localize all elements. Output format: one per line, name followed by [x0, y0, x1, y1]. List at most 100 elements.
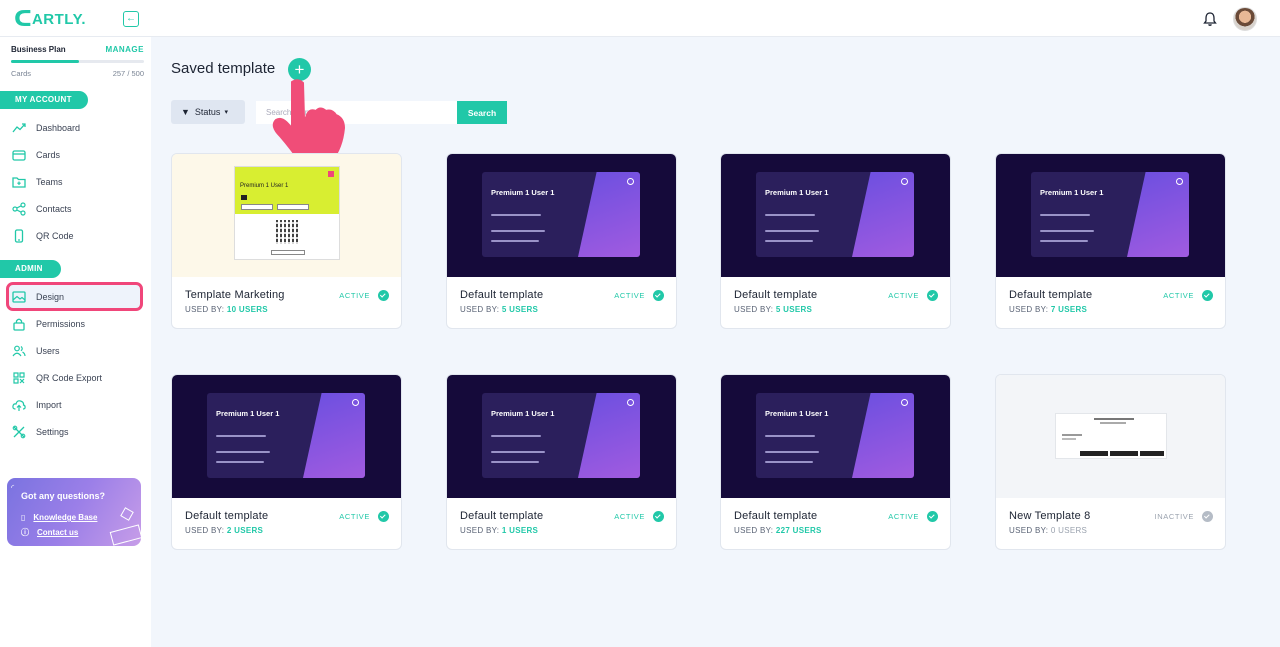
check-circle-icon [927, 290, 938, 301]
template-thumbnail [996, 375, 1225, 498]
sidebar-item-label: Design [36, 291, 65, 302]
sidebar-item-label: QR Code Export [36, 373, 103, 383]
sidebar-item-permissions[interactable]: Permissions [8, 311, 143, 337]
page-title: Saved template [171, 60, 276, 77]
card-icon [12, 150, 26, 161]
template-card[interactable]: Premium 1 User 1 Default template USED B… [720, 153, 951, 329]
business-card-preview: Premium 1 User 1 [1031, 172, 1189, 257]
preview-card-name: Premium 1 User 1 [491, 188, 555, 197]
template-card[interactable]: Premium 1 User 1 Default template USED B… [446, 153, 677, 329]
template-usage: USED BY: 2 USERS [185, 526, 264, 535]
share-icon [627, 399, 634, 406]
sidebar-item-users[interactable]: Users [8, 338, 143, 364]
preview-card-name: Premium 1 User 1 [240, 183, 289, 189]
sidebar-item-contacts[interactable]: Contacts [8, 196, 143, 222]
sidebar-item-qr-code-export[interactable]: QR Code Export [8, 365, 143, 391]
template-usage: USED BY: 1 USERS [460, 526, 539, 535]
template-card[interactable]: Premium 1 User 1 Template Marketing USED… [171, 153, 402, 329]
sidebar-item-cards[interactable]: Cards [8, 142, 143, 168]
top-bar: ᑕ ARTLY. ← [0, 0, 1280, 37]
cards-usage-progress [11, 60, 144, 63]
preview-card-name: Premium 1 User 1 [765, 188, 829, 197]
template-card[interactable]: New Template 8 USED BY: 0 USERS INACTIVE [995, 374, 1226, 550]
share-icon [1176, 178, 1183, 185]
search-button[interactable]: Search [457, 101, 507, 124]
template-card[interactable]: Premium 1 User 1 Default template USED B… [171, 374, 402, 550]
cards-usage-row: Cards 257 / 500 [11, 69, 144, 78]
chart-line-icon [12, 123, 26, 133]
check-circle-icon [653, 511, 664, 522]
business-card-preview: Premium 1 User 1 [482, 393, 640, 478]
cards-count: 257 / 500 [112, 69, 144, 78]
help-box: ◜ Got any questions? ▯ Knowledge Base ⓘ … [7, 478, 141, 546]
status-badge: INACTIVE [1155, 511, 1213, 522]
tools-icon [12, 425, 26, 439]
manage-plan-link[interactable]: MANAGE [105, 45, 144, 54]
knowledge-base-link[interactable]: ▯ Knowledge Base [21, 513, 97, 522]
cartly-logo[interactable]: ᑕ ARTLY. [14, 6, 86, 31]
status-filter-button[interactable]: ▼ Status ▾ [171, 100, 245, 124]
template-name: Default template [460, 510, 544, 522]
template-name: Default template [734, 510, 818, 522]
check-circle-icon [378, 290, 389, 301]
sidebar-item-qr-code[interactable]: QR Code [8, 223, 143, 249]
template-card[interactable]: Premium 1 User 1 Default template USED B… [720, 374, 951, 550]
collapse-sidebar-button[interactable]: ← [123, 11, 139, 27]
check-circle-icon [378, 511, 389, 522]
sidebar-item-label: Users [36, 346, 60, 356]
status-badge: ACTIVE [1163, 290, 1213, 301]
decorative-square-icon [120, 507, 134, 521]
preview-logo [241, 195, 247, 200]
admin-section-label: ADMIN [0, 260, 61, 278]
template-name: Default template [185, 510, 269, 522]
business-card-preview: Premium 1 User 1 [756, 172, 914, 257]
lock-icon [13, 318, 25, 331]
template-card[interactable]: Premium 1 User 1 Default template USED B… [446, 374, 677, 550]
users-icon [12, 345, 26, 357]
template-thumbnail: Premium 1 User 1 [721, 154, 950, 277]
template-usage: USED BY: 227 USERS [734, 526, 822, 535]
template-thumbnail: Premium 1 User 1 [172, 154, 401, 277]
sidebar-item-settings[interactable]: Settings [8, 419, 143, 445]
template-thumbnail: Premium 1 User 1 [172, 375, 401, 498]
preview-card-name: Premium 1 User 1 [216, 409, 280, 418]
template-card[interactable]: Premium 1 User 1 Default template USED B… [995, 153, 1226, 329]
preview-close-icon [328, 171, 334, 177]
sidebar-item-dashboard[interactable]: Dashboard [8, 115, 143, 141]
filter-icon: ▼ [181, 107, 190, 117]
status-badge: ACTIVE [339, 290, 389, 301]
sidebar-item-design[interactable]: Design [6, 282, 143, 311]
template-name: Template Marketing [185, 289, 285, 301]
status-filter-label: Status [194, 107, 221, 117]
phone-icon [14, 229, 24, 243]
template-name: Default template [460, 289, 544, 301]
share-icon [627, 178, 634, 185]
status-badge: ACTIVE [339, 511, 389, 522]
template-usage: USED BY: 7 USERS [1009, 305, 1088, 314]
share-icon [901, 178, 908, 185]
check-circle-icon [927, 511, 938, 522]
notification-bell-icon[interactable] [1202, 11, 1218, 27]
plan-name: Business Plan [11, 45, 66, 54]
my-account-section-label: MY ACCOUNT [0, 91, 88, 109]
decorative-shape-icon [109, 524, 141, 546]
template-thumbnail: Premium 1 User 1 [996, 154, 1225, 277]
preview-button [271, 250, 305, 255]
sidebar-item-label: Contacts [36, 204, 72, 214]
user-avatar[interactable] [1233, 7, 1257, 31]
marketing-card-preview: Premium 1 User 1 [234, 166, 340, 260]
plan-row: Business Plan MANAGE [11, 45, 144, 54]
sidebar-item-import[interactable]: Import [8, 392, 143, 418]
cloud-upload-icon [12, 400, 26, 411]
light-card-preview [1055, 413, 1167, 459]
check-circle-icon [1202, 290, 1213, 301]
question-icon: ⓘ [21, 528, 29, 537]
logo-c-icon: ᑕ [14, 6, 32, 31]
sidebar-item-teams[interactable]: Teams [8, 169, 143, 195]
sidebar-item-label: Import [36, 400, 62, 410]
qr-code-icon [13, 372, 25, 384]
arrow-left-icon: ← [126, 13, 136, 24]
business-card-preview: Premium 1 User 1 [207, 393, 365, 478]
contact-us-link[interactable]: ⓘ Contact us [21, 527, 78, 538]
sidebar-item-label: Teams [36, 177, 63, 187]
